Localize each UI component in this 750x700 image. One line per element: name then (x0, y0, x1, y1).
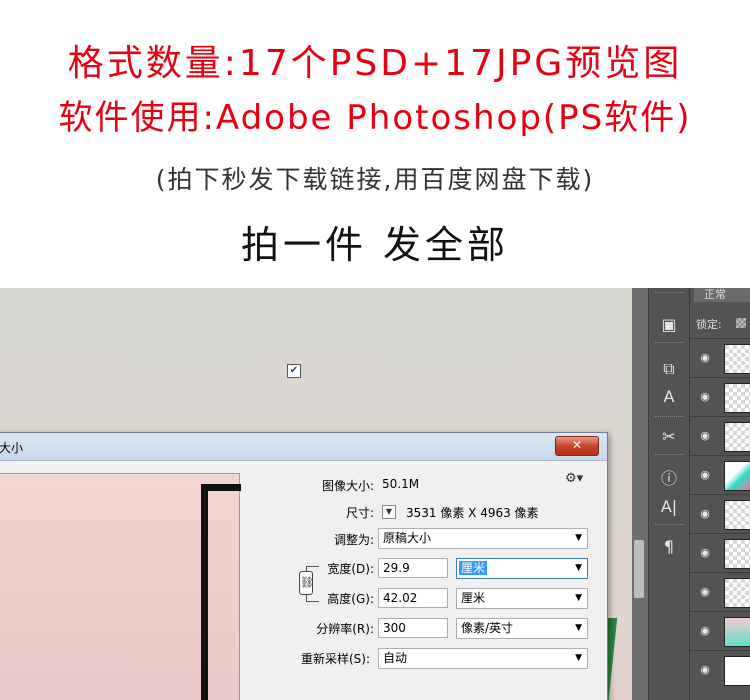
chevron-down-icon: ▼ (575, 533, 582, 543)
layer-thumbnail (724, 383, 750, 413)
dimensions-label: 尺寸: (345, 506, 374, 520)
scissors-icon[interactable]: ✂ (655, 426, 683, 448)
resample-label: 重新采样(S): (300, 652, 370, 666)
eye-icon[interactable]: ◉ (698, 351, 712, 365)
fit-to-select[interactable]: 原稿大小 ▼ (378, 528, 588, 549)
width-label: 宽度(D): (327, 562, 374, 576)
blend-mode-select[interactable]: 正常 (694, 288, 750, 302)
image-preview[interactable] (0, 473, 241, 700)
gear-icon[interactable]: ⚙▾ (565, 471, 583, 486)
eye-icon[interactable]: ◉ (698, 507, 712, 521)
width-unit-select[interactable]: 厘米 ▼ (456, 558, 588, 579)
height-label: 高度(G): (327, 592, 374, 606)
transform-icon[interactable]: ⧉ (655, 358, 683, 380)
chevron-down-icon: ▼ (575, 653, 582, 663)
eye-icon[interactable]: ◉ (698, 546, 712, 560)
chevron-down-icon: ▼ (575, 623, 582, 633)
height-unit-select[interactable]: 厘米 ▼ (456, 588, 588, 609)
buy-one-get-all-text: 拍一件 发全部 (240, 223, 510, 267)
height-input[interactable]: 42.02 (378, 588, 448, 608)
tool-separator (655, 524, 683, 528)
panel-scrollbar-track[interactable] (632, 288, 648, 700)
fit-to-label: 调整为: (333, 533, 374, 547)
eye-icon[interactable]: ◉ (698, 429, 712, 443)
eye-icon[interactable]: ◉ (698, 624, 712, 638)
layer-thumbnail (724, 617, 750, 647)
chevron-down-icon: ▼ (575, 593, 582, 603)
software-usage-text: 软件使用:Adobe Photoshop(PS软件) (58, 98, 692, 138)
ps-panel-toolstrip: ▣ ⧉ A ✂ ⓘ A| ¶ (648, 288, 689, 700)
layer-row[interactable]: ◉ (690, 650, 750, 689)
resample-value: 自动 (383, 651, 408, 665)
chevron-down-icon: ▼ (575, 563, 582, 573)
image-size-label: 图像大小: (321, 479, 374, 493)
close-icon: ✕ (571, 438, 583, 452)
lock-transparency-icon[interactable] (736, 318, 746, 328)
format-quantity-text: 格式数量:17个PSD+17JPG预览图 (67, 43, 683, 84)
tool-separator (655, 454, 683, 458)
download-note-text: (拍下秒发下载链接,用百度网盘下载) (155, 165, 595, 194)
chevron-down-icon: ▼ (385, 507, 393, 516)
resample-select[interactable]: 自动 ▼ (378, 648, 588, 669)
character-icon[interactable]: A| (655, 496, 683, 518)
layer-thumbnail (724, 500, 750, 530)
eye-icon[interactable]: ◉ (698, 585, 712, 599)
layer-row[interactable]: ◉ (690, 494, 750, 533)
resample-checkbox[interactable]: ✔ (287, 364, 301, 378)
resolution-label: 分辨率(R): (316, 622, 374, 636)
layer-row[interactable]: ◉ (690, 377, 750, 416)
layer-row[interactable]: ◉ (690, 611, 750, 650)
info-icon[interactable]: ⓘ (655, 468, 683, 490)
layer-thumbnail (724, 422, 750, 452)
layers-panel: 正常 锁定: ◉ ◉ ◉ ◉ ◉ ◉ ◉ ◉ ◉ (689, 288, 750, 700)
layer-row[interactable]: ◉ (690, 572, 750, 611)
layer-row[interactable]: ◉ (690, 416, 750, 455)
eye-icon[interactable]: ◉ (698, 468, 712, 482)
dimensions-dropdown[interactable]: ▼ (382, 505, 396, 519)
layer-row[interactable]: ◉ (690, 533, 750, 572)
type-transform-icon[interactable]: A (655, 386, 683, 408)
width-input[interactable]: 29.9 (378, 558, 448, 578)
dialog-titlebar[interactable]: 大小 ✕ (0, 433, 607, 461)
layer-thumbnail (724, 344, 750, 374)
dimensions-value: 3531 像素 X 4963 像素 (406, 506, 539, 520)
preview-frame-border (201, 484, 241, 700)
image-size-value: 50.1M (382, 477, 420, 491)
resolution-unit-value: 像素/英寸 (461, 621, 514, 635)
layer-thumbnail (724, 656, 750, 686)
layer-thumbnail (724, 578, 750, 608)
promo-banner: 格式数量:17个PSD+17JPG预览图 软件使用:Adobe Photosho… (0, 0, 750, 288)
paragraph-icon[interactable]: ¶ (655, 536, 683, 558)
layer-thumbnail (724, 461, 750, 491)
tool-separator (655, 342, 683, 346)
layer-row[interactable]: ◉ (690, 455, 750, 494)
tool-separator (655, 292, 683, 296)
lock-label: 锁定: (696, 318, 722, 331)
panel-scrollbar-thumb[interactable] (634, 540, 644, 598)
cube-icon[interactable]: ▣ (655, 314, 683, 336)
fit-to-value: 原稿大小 (383, 531, 432, 545)
close-button[interactable]: ✕ (555, 436, 599, 456)
tool-separator (655, 416, 683, 420)
layer-row[interactable]: ◉ (690, 338, 750, 377)
width-unit-value: 厘米 (459, 561, 488, 575)
height-unit-value: 厘米 (461, 591, 486, 605)
resolution-unit-select[interactable]: 像素/英寸 ▼ (456, 618, 588, 639)
layer-thumbnail (724, 539, 750, 569)
dialog-title: 大小 (0, 441, 24, 455)
resolution-input[interactable]: 300 (378, 618, 448, 638)
eye-icon[interactable]: ◉ (698, 390, 712, 404)
eye-icon[interactable]: ◉ (698, 663, 712, 677)
